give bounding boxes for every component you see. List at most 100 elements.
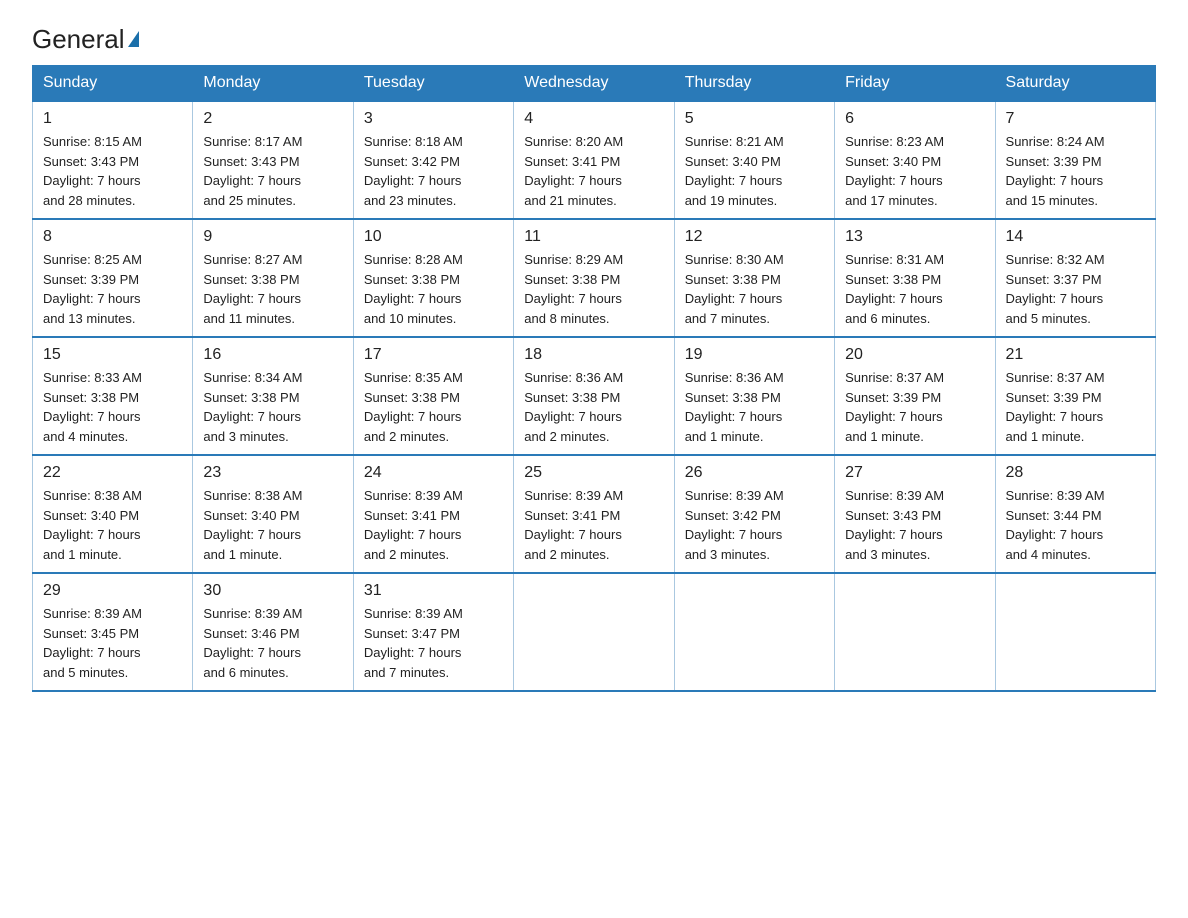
calendar-cell	[835, 573, 995, 691]
day-detail: Sunrise: 8:31 AMSunset: 3:38 PMDaylight:…	[845, 250, 984, 328]
day-detail: Sunrise: 8:30 AMSunset: 3:38 PMDaylight:…	[685, 250, 824, 328]
day-detail: Sunrise: 8:21 AMSunset: 3:40 PMDaylight:…	[685, 132, 824, 210]
day-detail: Sunrise: 8:39 AMSunset: 3:45 PMDaylight:…	[43, 604, 182, 682]
calendar-cell: 3Sunrise: 8:18 AMSunset: 3:42 PMDaylight…	[353, 101, 513, 219]
calendar-cell: 10Sunrise: 8:28 AMSunset: 3:38 PMDayligh…	[353, 219, 513, 337]
day-number: 17	[364, 346, 503, 364]
calendar-week-row: 1 Sunrise: 8:15 AMSunset: 3:43 PMDaylight…	[33, 101, 1156, 219]
logo-general: General	[32, 24, 125, 55]
calendar-week-row: 29 Sunrise: 8:39 AMSunset: 3:45 PMDayligh…	[33, 573, 1156, 691]
logo-triangle-icon	[128, 31, 139, 47]
calendar-cell: 26 Sunrise: 8:39 AMSunset: 3:42 PMDayligh…	[674, 455, 834, 573]
day-number: 30	[203, 582, 342, 600]
calendar-cell: 14Sunrise: 8:32 AMSunset: 3:37 PMDayligh…	[995, 219, 1155, 337]
weekday-header-wednesday: Wednesday	[514, 66, 674, 102]
weekday-header-monday: Monday	[193, 66, 353, 102]
calendar-header-row: SundayMondayTuesdayWednesdayThursdayFrid…	[33, 66, 1156, 102]
day-number: 9	[203, 228, 342, 246]
day-number: 31	[364, 582, 503, 600]
calendar-cell: 23 Sunrise: 8:38 AMSunset: 3:40 PMDayligh…	[193, 455, 353, 573]
day-detail: Sunrise: 8:29 AMSunset: 3:38 PMDaylight:…	[524, 250, 663, 328]
calendar-cell: 20 Sunrise: 8:37 AMSunset: 3:39 PMDayligh…	[835, 337, 995, 455]
day-number: 23	[203, 464, 342, 482]
page-header: General	[32, 24, 1156, 53]
calendar-cell: 7 Sunrise: 8:24 AMSunset: 3:39 PMDaylight…	[995, 101, 1155, 219]
day-number: 22	[43, 464, 182, 482]
calendar-week-row: 8Sunrise: 8:25 AMSunset: 3:39 PMDaylight…	[33, 219, 1156, 337]
day-number: 1	[43, 110, 182, 128]
logo: General	[32, 24, 139, 53]
day-number: 21	[1006, 346, 1145, 364]
day-detail: Sunrise: 8:36 AMSunset: 3:38 PMDaylight:…	[685, 368, 824, 446]
day-number: 6	[845, 110, 984, 128]
calendar-cell: 8Sunrise: 8:25 AMSunset: 3:39 PMDaylight…	[33, 219, 193, 337]
calendar-week-row: 15 Sunrise: 8:33 AMSunset: 3:38 PMDayligh…	[33, 337, 1156, 455]
calendar-cell	[674, 573, 834, 691]
day-detail: Sunrise: 8:33 AMSunset: 3:38 PMDaylight:…	[43, 368, 182, 446]
day-detail: Sunrise: 8:36 AMSunset: 3:38 PMDaylight:…	[524, 368, 663, 446]
weekday-header-tuesday: Tuesday	[353, 66, 513, 102]
calendar-cell: 15 Sunrise: 8:33 AMSunset: 3:38 PMDayligh…	[33, 337, 193, 455]
day-number: 28	[1006, 464, 1145, 482]
calendar-cell: 28 Sunrise: 8:39 AMSunset: 3:44 PMDayligh…	[995, 455, 1155, 573]
day-detail: Sunrise: 8:39 AMSunset: 3:42 PMDaylight:…	[685, 486, 824, 564]
day-number: 8	[43, 228, 182, 246]
day-number: 5	[685, 110, 824, 128]
calendar-cell: 4 Sunrise: 8:20 AMSunset: 3:41 PMDaylight…	[514, 101, 674, 219]
day-detail: Sunrise: 8:17 AMSunset: 3:43 PMDaylight:…	[203, 132, 342, 210]
calendar-cell	[995, 573, 1155, 691]
day-number: 13	[845, 228, 984, 246]
day-detail: Sunrise: 8:34 AMSunset: 3:38 PMDaylight:…	[203, 368, 342, 446]
day-detail: Sunrise: 8:32 AMSunset: 3:37 PMDaylight:…	[1006, 250, 1145, 328]
calendar-cell: 24Sunrise: 8:39 AMSunset: 3:41 PMDayligh…	[353, 455, 513, 573]
calendar-cell: 13 Sunrise: 8:31 AMSunset: 3:38 PMDayligh…	[835, 219, 995, 337]
day-number: 29	[43, 582, 182, 600]
day-number: 11	[524, 228, 663, 246]
day-number: 15	[43, 346, 182, 364]
day-detail: Sunrise: 8:37 AMSunset: 3:39 PMDaylight:…	[1006, 368, 1145, 446]
day-detail: Sunrise: 8:38 AMSunset: 3:40 PMDaylight:…	[203, 486, 342, 564]
day-detail: Sunrise: 8:38 AMSunset: 3:40 PMDaylight:…	[43, 486, 182, 564]
day-detail: Sunrise: 8:27 AMSunset: 3:38 PMDaylight:…	[203, 250, 342, 328]
day-detail: Sunrise: 8:15 AMSunset: 3:43 PMDaylight:…	[43, 132, 182, 210]
day-detail: Sunrise: 8:18 AMSunset: 3:42 PMDaylight:…	[364, 132, 503, 210]
day-detail: Sunrise: 8:37 AMSunset: 3:39 PMDaylight:…	[845, 368, 984, 446]
day-detail: Sunrise: 8:24 AMSunset: 3:39 PMDaylight:…	[1006, 132, 1145, 210]
day-detail: Sunrise: 8:23 AMSunset: 3:40 PMDaylight:…	[845, 132, 984, 210]
day-detail: Sunrise: 8:39 AMSunset: 3:43 PMDaylight:…	[845, 486, 984, 564]
calendar-cell: 11 Sunrise: 8:29 AMSunset: 3:38 PMDayligh…	[514, 219, 674, 337]
day-number: 12	[685, 228, 824, 246]
calendar-week-row: 22 Sunrise: 8:38 AMSunset: 3:40 PMDayligh…	[33, 455, 1156, 573]
weekday-header-friday: Friday	[835, 66, 995, 102]
calendar-cell: 31Sunrise: 8:39 AMSunset: 3:47 PMDayligh…	[353, 573, 513, 691]
day-number: 20	[845, 346, 984, 364]
calendar-cell: 21 Sunrise: 8:37 AMSunset: 3:39 PMDayligh…	[995, 337, 1155, 455]
day-detail: Sunrise: 8:39 AMSunset: 3:44 PMDaylight:…	[1006, 486, 1145, 564]
calendar-cell: 1 Sunrise: 8:15 AMSunset: 3:43 PMDaylight…	[33, 101, 193, 219]
calendar-cell: 6 Sunrise: 8:23 AMSunset: 3:40 PMDaylight…	[835, 101, 995, 219]
day-number: 2	[203, 110, 342, 128]
calendar-cell: 18Sunrise: 8:36 AMSunset: 3:38 PMDayligh…	[514, 337, 674, 455]
calendar-cell: 22 Sunrise: 8:38 AMSunset: 3:40 PMDayligh…	[33, 455, 193, 573]
day-number: 4	[524, 110, 663, 128]
day-number: 25	[524, 464, 663, 482]
day-number: 24	[364, 464, 503, 482]
calendar-table: SundayMondayTuesdayWednesdayThursdayFrid…	[32, 65, 1156, 692]
calendar-cell: 12 Sunrise: 8:30 AMSunset: 3:38 PMDayligh…	[674, 219, 834, 337]
day-detail: Sunrise: 8:39 AMSunset: 3:41 PMDaylight:…	[524, 486, 663, 564]
day-number: 27	[845, 464, 984, 482]
calendar-cell: 5 Sunrise: 8:21 AMSunset: 3:40 PMDaylight…	[674, 101, 834, 219]
weekday-header-saturday: Saturday	[995, 66, 1155, 102]
day-number: 26	[685, 464, 824, 482]
calendar-cell: 25 Sunrise: 8:39 AMSunset: 3:41 PMDayligh…	[514, 455, 674, 573]
calendar-cell: 19Sunrise: 8:36 AMSunset: 3:38 PMDayligh…	[674, 337, 834, 455]
calendar-cell: 29 Sunrise: 8:39 AMSunset: 3:45 PMDayligh…	[33, 573, 193, 691]
weekday-header-thursday: Thursday	[674, 66, 834, 102]
calendar-cell: 9 Sunrise: 8:27 AMSunset: 3:38 PMDaylight…	[193, 219, 353, 337]
calendar-cell: 2 Sunrise: 8:17 AMSunset: 3:43 PMDaylight…	[193, 101, 353, 219]
calendar-cell: 30Sunrise: 8:39 AMSunset: 3:46 PMDayligh…	[193, 573, 353, 691]
day-number: 7	[1006, 110, 1145, 128]
calendar-cell: 17 Sunrise: 8:35 AMSunset: 3:38 PMDayligh…	[353, 337, 513, 455]
day-detail: Sunrise: 8:20 AMSunset: 3:41 PMDaylight:…	[524, 132, 663, 210]
day-detail: Sunrise: 8:35 AMSunset: 3:38 PMDaylight:…	[364, 368, 503, 446]
